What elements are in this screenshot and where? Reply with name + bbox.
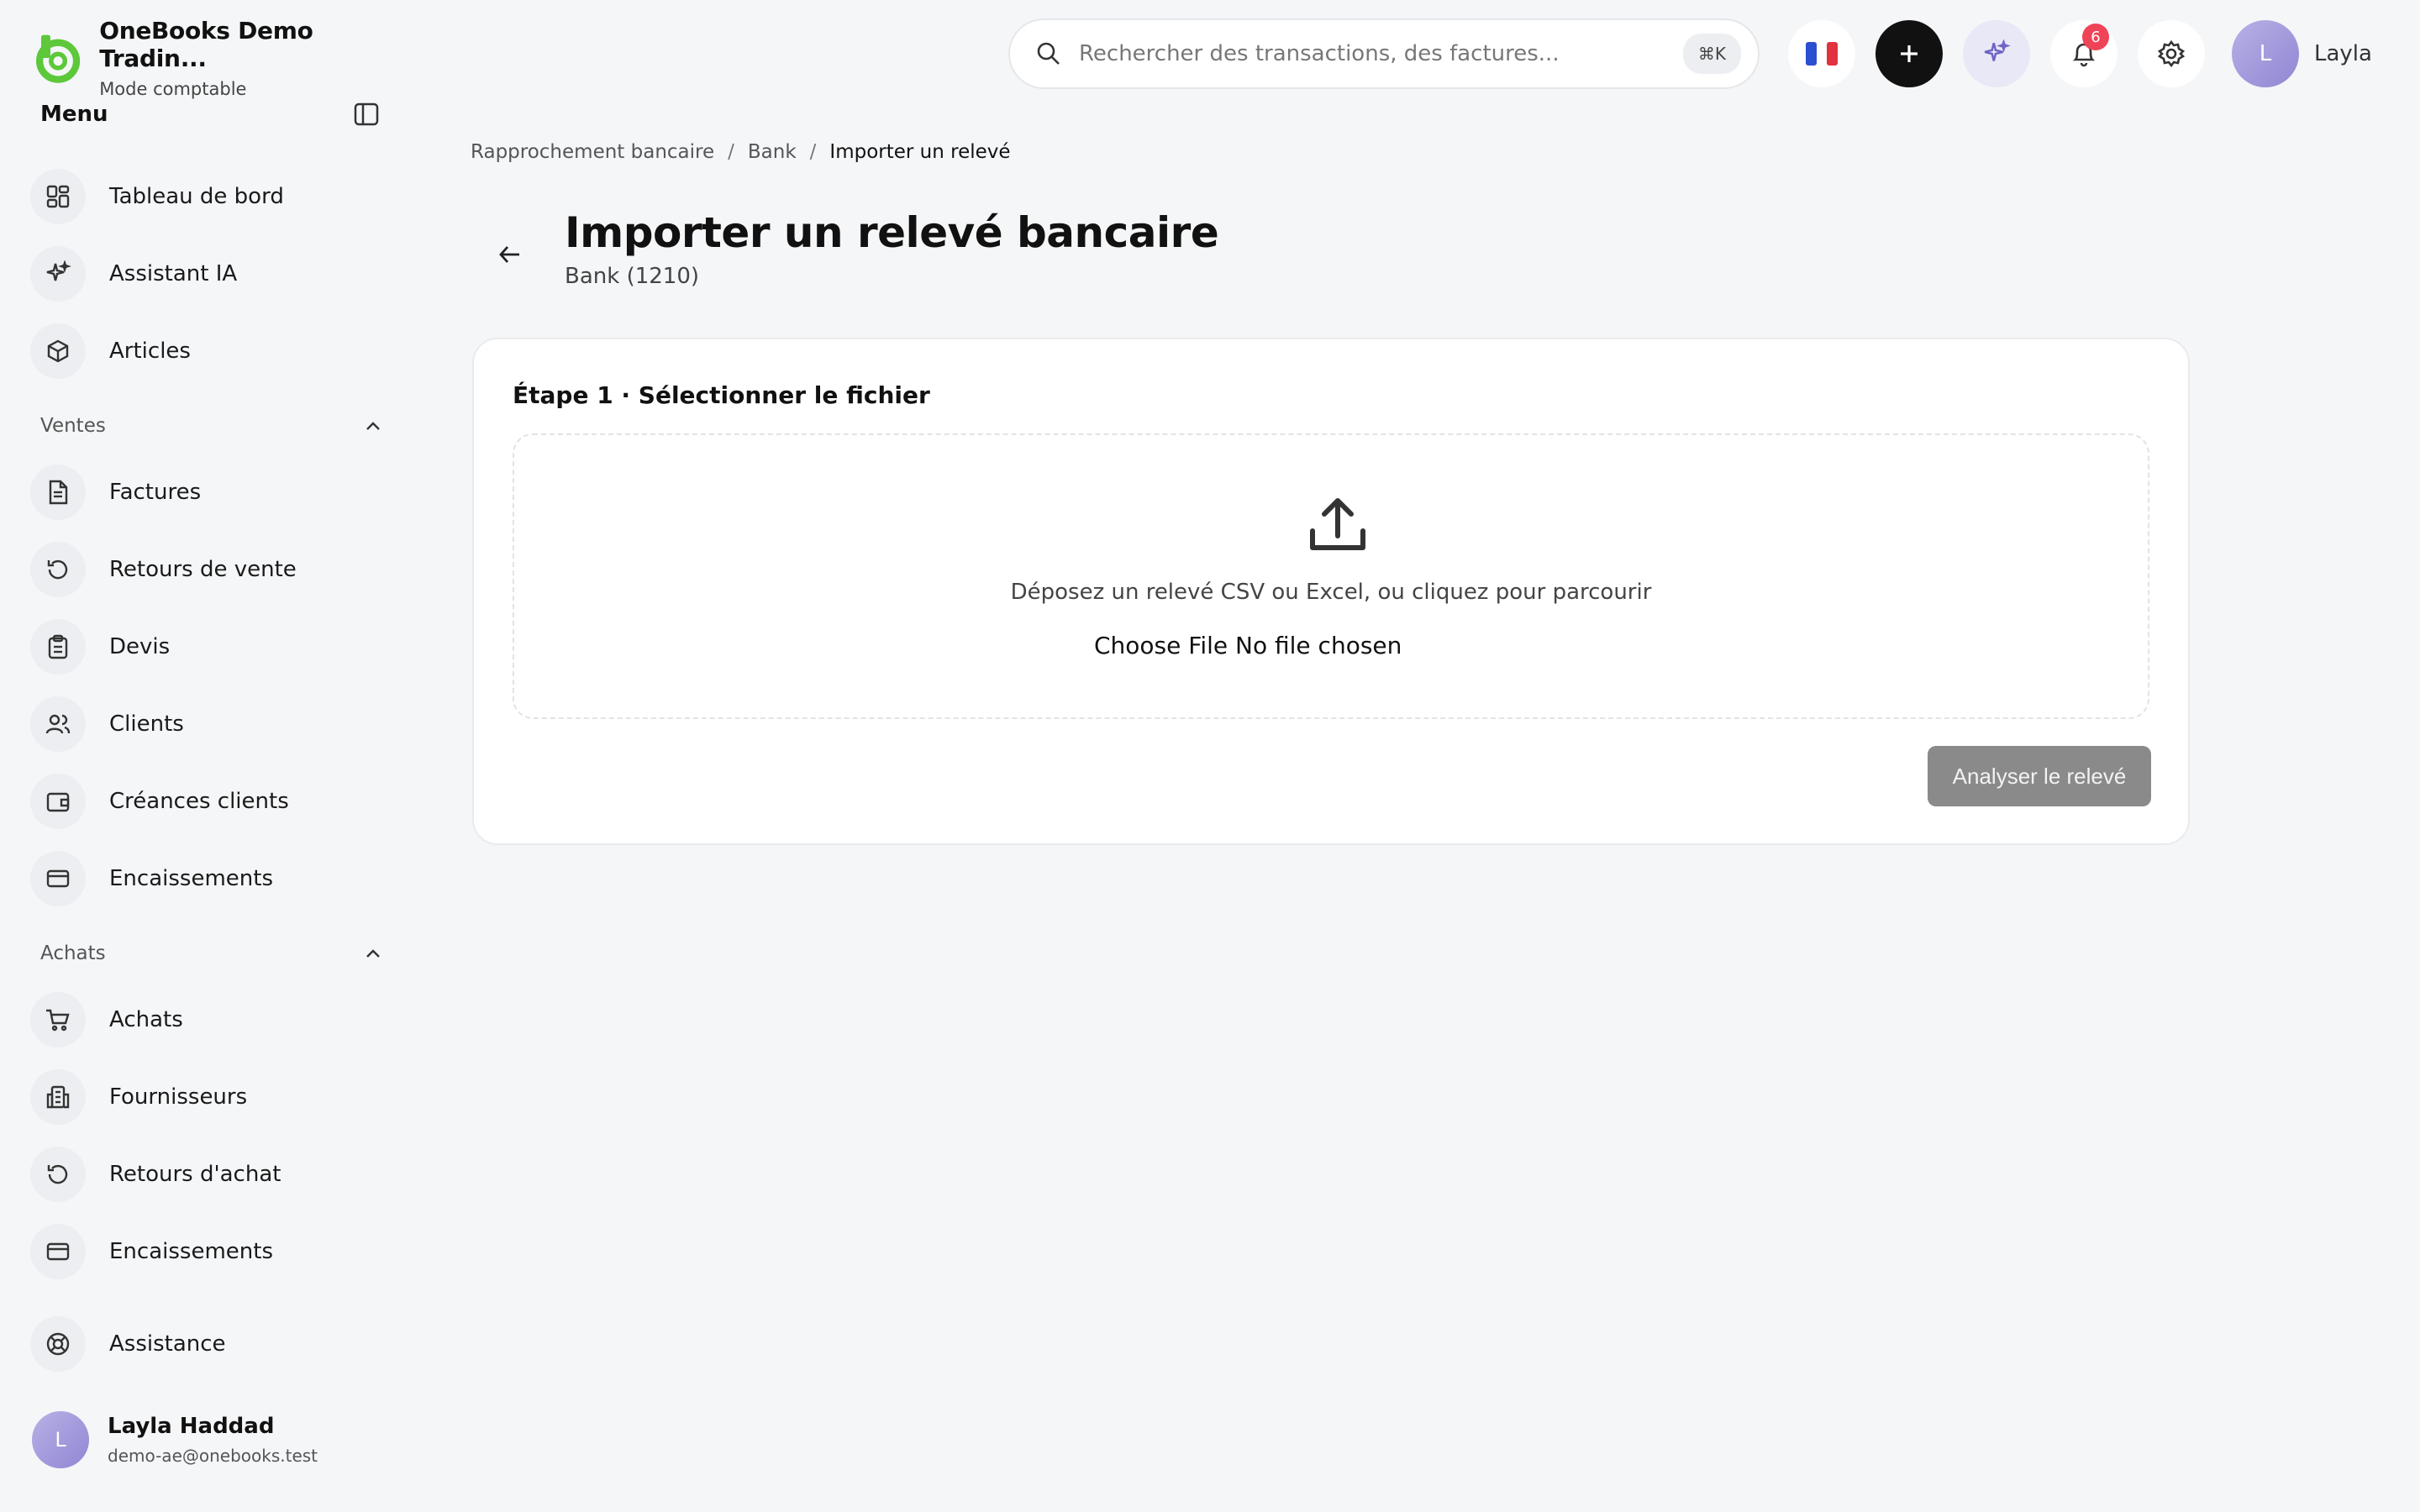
upload-icon: [1310, 498, 1365, 550]
shopping-cart-icon: [30, 992, 86, 1047]
user-menu[interactable]: L Layla: [2232, 20, 2372, 87]
sidebar-item-label: Retours de vente: [109, 557, 297, 582]
section-sales-toggle[interactable]: Ventes: [40, 415, 381, 437]
company-name: OneBooks Demo Tradin...: [99, 17, 313, 72]
clipboard-icon: [30, 619, 86, 675]
sidebar-item-label: Articles: [109, 339, 191, 364]
section-purchases-toggle[interactable]: Achats: [40, 942, 381, 964]
users-icon: [30, 696, 86, 752]
rotate-ccw-icon: [30, 1147, 86, 1202]
back-button[interactable]: [489, 234, 531, 276]
search-input[interactable]: Rechercher des transactions, des facture…: [1079, 41, 1683, 66]
user-email: demo-ae@onebooks.test: [108, 1446, 318, 1466]
sidebar-item-assistant[interactable]: Assistant IA: [30, 244, 237, 304]
user-full-name: Layla Haddad: [108, 1414, 275, 1439]
credit-card-icon: [30, 1224, 86, 1279]
file-dropzone[interactable]: Déposez un relevé CSV ou Excel, ou cliqu…: [513, 433, 2149, 719]
sidebar-item-label: Clients: [109, 711, 184, 737]
file-text-icon: [30, 465, 86, 520]
create-new-button[interactable]: [1876, 20, 1943, 87]
section-purchases-label: Achats: [40, 942, 106, 964]
notification-count-badge: 6: [2082, 24, 2109, 50]
avatar: L: [32, 1411, 89, 1468]
keyboard-shortcut-badge: ⌘K: [1682, 34, 1741, 74]
sidebar-toggle-icon[interactable]: [351, 99, 381, 129]
dropzone-instructions: Déposez un relevé CSV ou Excel, ou cliqu…: [1010, 580, 1652, 605]
france-flag-icon: [1806, 42, 1838, 66]
file-input[interactable]: Choose File No file chosen: [1094, 632, 1402, 659]
language-selector[interactable]: [1788, 20, 1855, 87]
sidebar-item-receivables[interactable]: Créances clients: [30, 771, 289, 832]
sidebar-item-label: Créances clients: [109, 789, 289, 814]
sidebar-item-label: Assistance: [109, 1331, 226, 1357]
credit-card-icon: [30, 851, 86, 906]
sidebar-item-label: Tableau de bord: [109, 184, 284, 209]
building-icon: [30, 1069, 86, 1125]
user-profile-card[interactable]: L Layla Haddad demo-ae@onebooks.test: [32, 1411, 318, 1468]
breadcrumb-current: Importer un relevé: [829, 141, 1011, 163]
sidebar-item-label: Achats: [109, 1007, 183, 1032]
chevron-up-icon: [366, 422, 380, 430]
import-card: Étape 1 · Sélectionner le fichier Dépose…: [472, 338, 2190, 845]
sidebar-item-label: Factures: [109, 480, 202, 505]
sidebar-item-label: Assistant IA: [109, 261, 238, 286]
page-title: Importer un relevé bancaire: [565, 208, 1219, 257]
sidebar-item-label: Encaissements: [109, 866, 273, 891]
step-title: Étape 1 · Sélectionner le fichier: [513, 381, 930, 409]
rotate-ccw-icon: [30, 542, 86, 597]
search-icon: [1037, 42, 1060, 65]
breadcrumb-link-reconciliation[interactable]: Rapprochement bancaire: [471, 141, 714, 163]
sidebar-item-label: Retours d'achat: [109, 1162, 281, 1187]
sidebar-item-sales-returns[interactable]: Retours de vente: [30, 539, 297, 600]
menu-title: Menu: [40, 102, 108, 127]
analyze-statement-button[interactable]: Analyser le relevé: [1928, 746, 2151, 806]
breadcrumb: Rapprochement bancaire / Bank / Importer…: [471, 141, 1011, 163]
settings-button[interactable]: [2138, 20, 2205, 87]
search-bar[interactable]: Rechercher des transactions, des facture…: [1008, 18, 1760, 89]
sidebar-item-label: Devis: [109, 634, 171, 659]
package-icon: [30, 323, 86, 379]
sidebar-item-label: Encaissements: [109, 1239, 273, 1264]
sidebar-item-clients[interactable]: Clients: [30, 694, 184, 754]
sparkles-icon: [30, 246, 86, 302]
sidebar-item-collections[interactable]: Encaissements: [30, 848, 273, 909]
section-sales-label: Ventes: [40, 415, 106, 437]
chevron-up-icon: [366, 949, 380, 958]
sidebar-item-label: Fournisseurs: [109, 1084, 248, 1110]
avatar: L: [2232, 20, 2299, 87]
notifications-button[interactable]: 6: [2050, 20, 2118, 87]
sidebar-item-quotes[interactable]: Devis: [30, 617, 170, 677]
brand[interactable]: OneBooks Demo Tradin... Mode comptable: [32, 17, 400, 99]
user-short-name: Layla: [2314, 41, 2372, 66]
sidebar: OneBooks Demo Tradin... Mode comptable M…: [0, 0, 400, 1512]
plus-icon: [1901, 45, 1918, 62]
page-subtitle: Bank (1210): [565, 264, 700, 289]
sidebar-item-purchase-returns[interactable]: Retours d'achat: [30, 1144, 281, 1205]
wallet-icon: [30, 774, 86, 829]
onebooks-logo-icon: [36, 34, 81, 83]
breadcrumb-link-bank[interactable]: Bank: [748, 141, 797, 163]
mode-label: Mode comptable: [99, 79, 247, 99]
breadcrumb-separator: /: [809, 141, 817, 163]
arrow-left-icon: [499, 246, 519, 263]
dashboard-icon: [30, 169, 86, 224]
sidebar-item-invoices[interactable]: Factures: [30, 462, 201, 522]
sidebar-item-support[interactable]: Assistance: [30, 1314, 226, 1374]
sparkles-icon: [1984, 39, 2011, 61]
ai-assistant-button[interactable]: [1963, 20, 2030, 87]
sidebar-item-payments[interactable]: Encaissements: [30, 1221, 273, 1282]
sidebar-item-articles[interactable]: Articles: [30, 321, 191, 381]
gear-icon: [2157, 39, 2186, 68]
breadcrumb-separator: /: [728, 141, 734, 163]
sidebar-item-purchases[interactable]: Achats: [30, 990, 183, 1050]
life-buoy-icon: [30, 1316, 86, 1372]
sidebar-item-suppliers[interactable]: Fournisseurs: [30, 1067, 247, 1127]
sidebar-item-dashboard[interactable]: Tableau de bord: [30, 166, 284, 227]
